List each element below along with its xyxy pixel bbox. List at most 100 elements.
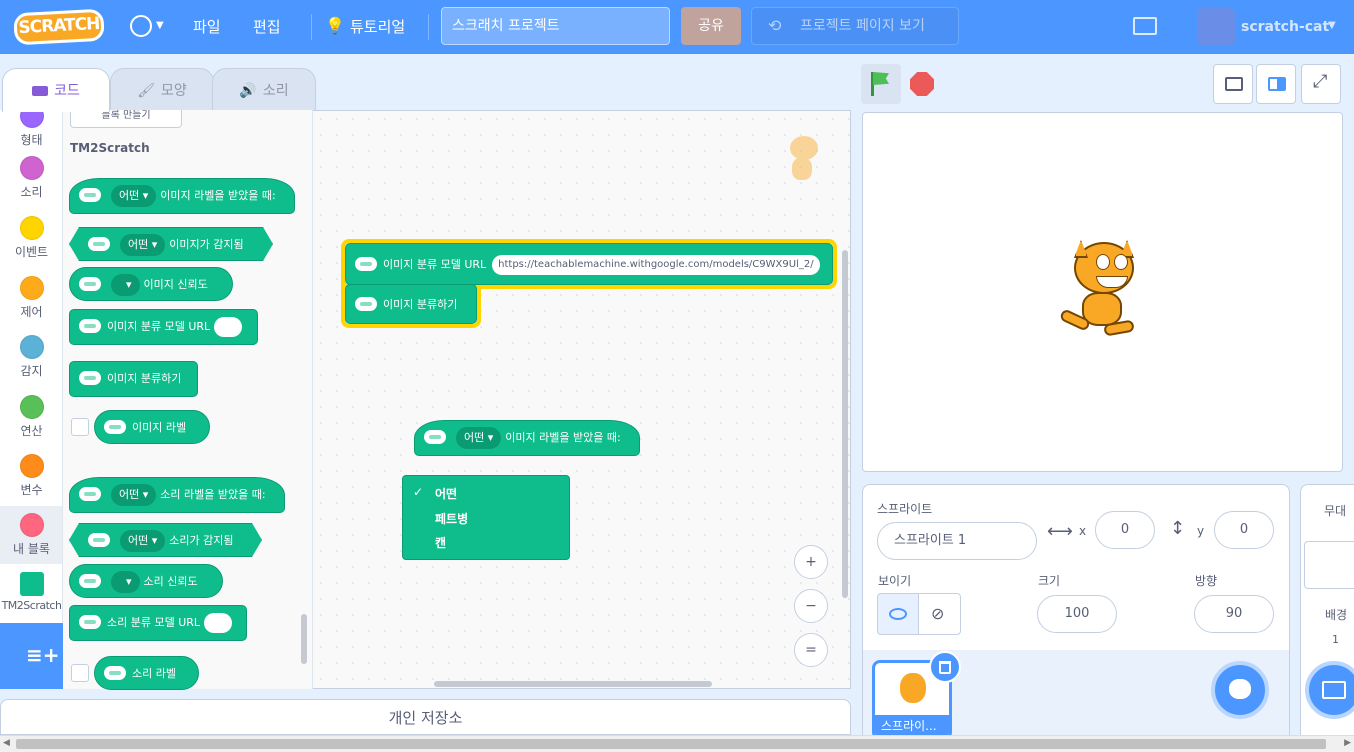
model-url-input[interactable]: https://teachablemachine.withgoogle.com/…: [492, 255, 820, 275]
category-my-blocks[interactable]: 내 블록: [0, 506, 62, 564]
scrollbar-thumb[interactable]: [16, 739, 1326, 749]
zoom-out-button[interactable]: −: [794, 589, 828, 623]
category-variables[interactable]: 변수: [0, 454, 62, 498]
size-input[interactable]: 100: [1037, 595, 1117, 633]
add-sprite-button[interactable]: [1211, 661, 1269, 719]
direction-input[interactable]: 90: [1194, 595, 1274, 633]
project-title-input[interactable]: 스크래치 프로젝트: [441, 7, 670, 45]
workspace-horizontal-scrollbar[interactable]: [434, 681, 712, 687]
image-label-checkbox[interactable]: [71, 418, 89, 436]
category-looks[interactable]: 형태: [0, 110, 62, 148]
scroll-left-icon: ◀: [3, 738, 10, 748]
speaker-icon: 🔊: [239, 83, 257, 99]
label-dropdown[interactable]: 어떤 ▾: [111, 185, 157, 207]
zoom-reset-button[interactable]: =: [794, 633, 828, 667]
add-backdrop-button[interactable]: [1305, 661, 1354, 719]
label-dropdown-open[interactable]: 어떤 ▾: [456, 427, 502, 449]
label-dropdown[interactable]: 어떤 ▾: [120, 234, 165, 256]
menu-tutorials[interactable]: 튜토리얼: [350, 0, 405, 54]
sprite-thumbnail-label: 스프라이...: [875, 715, 949, 737]
label-dropdown[interactable]: 어떤 ▾: [111, 484, 157, 506]
cloud-icon: [104, 420, 126, 434]
scratch-logo[interactable]: SCRATCH: [13, 8, 105, 46]
dropdown-option-pet-bottle[interactable]: 페트병: [435, 510, 468, 527]
delete-sprite-button[interactable]: [929, 651, 961, 683]
cloud-icon: [355, 257, 377, 271]
script-workspace[interactable]: [313, 111, 850, 688]
classify-image-block[interactable]: 이미지 분류하기: [69, 361, 198, 397]
show-sprite-button[interactable]: [877, 593, 919, 635]
sound-label-block[interactable]: 소리 라벨: [94, 656, 199, 690]
when-sound-label-received-block[interactable]: 어떤 ▾ 소리 라벨을 받았을 때:: [69, 477, 285, 513]
category-menu: 형태 소리 이벤트 제어 감지 연산 변수 내 블록 TM2Scratch: [0, 110, 63, 623]
backdrops-count: 1: [1332, 633, 1339, 646]
category-sound[interactable]: 소리: [0, 156, 62, 200]
url-input[interactable]: [214, 317, 243, 337]
tab-costumes[interactable]: 🖌 모양: [110, 68, 214, 112]
when-image-label-received-script-block[interactable]: 어떤 ▾ 이미지 라벨을 받았을 때:: [414, 420, 640, 456]
stage-thumbnail[interactable]: [1304, 541, 1354, 589]
tab-code[interactable]: 코드: [2, 68, 110, 112]
chevron-down-icon[interactable]: ▼: [1328, 20, 1336, 31]
small-stage-button[interactable]: [1213, 64, 1253, 104]
fullscreen-icon: ⤢: [1313, 71, 1328, 92]
make-a-block-button[interactable]: 블록 만들기: [70, 110, 182, 128]
sprite-label: 스프라이트: [877, 502, 933, 516]
cloud-icon: [104, 666, 126, 680]
sprite-cat[interactable]: [1052, 240, 1152, 342]
menu-bar: SCRATCH ▼ 파일 편집 💡 튜토리얼 스크래치 프로젝트 공유 ⟲ 프로…: [0, 0, 1354, 54]
hide-sprite-button[interactable]: ⊘: [918, 593, 961, 635]
category-control[interactable]: 제어: [0, 276, 62, 320]
label-dropdown[interactable]: ▾: [111, 571, 140, 593]
menu-edit[interactable]: 편집: [253, 0, 281, 54]
backdrops-label: 배경: [1325, 608, 1348, 622]
avatar[interactable]: [1197, 8, 1235, 46]
username[interactable]: scratch-cat: [1241, 0, 1329, 54]
chevron-down-icon: ▼: [156, 20, 164, 31]
language-globe-icon[interactable]: [130, 15, 152, 37]
palette-section-title: TM2Scratch: [70, 141, 150, 155]
backpack-bar[interactable]: 개인 저장소: [0, 699, 851, 735]
when-image-label-received-block[interactable]: 어떤 ▾ 이미지 라벨을 받았을 때:: [69, 178, 295, 214]
sound-model-url-block[interactable]: 소리 분류 모델 URL: [69, 605, 247, 641]
menu-file[interactable]: 파일: [193, 0, 221, 54]
image-detected-block[interactable]: 어떤 ▾ 이미지가 감지됨: [69, 227, 273, 261]
scroll-right-icon: ▶: [1344, 738, 1351, 748]
image-model-url-block[interactable]: 이미지 분류 모델 URL: [69, 309, 258, 345]
tab-sounds[interactable]: 🔊 소리: [212, 68, 316, 112]
see-project-page-button[interactable]: ⟲ 프로젝트 페이지 보기: [751, 7, 959, 45]
sprite-thumbnail-cat: [900, 673, 926, 703]
cloud-icon: [79, 574, 101, 588]
y-position-input[interactable]: 0: [1214, 511, 1274, 549]
category-operators[interactable]: 연산: [0, 395, 62, 439]
sound-confidence-block[interactable]: ▾ 소리 신뢰도: [69, 564, 223, 598]
dropdown-option-can[interactable]: 캔: [435, 534, 446, 551]
zoom-in-button[interactable]: +: [794, 545, 828, 579]
classify-image-script-block[interactable]: 이미지 분류하기: [345, 284, 477, 324]
green-flag-button[interactable]: [861, 64, 901, 104]
url-input[interactable]: [204, 613, 233, 633]
fullscreen-button[interactable]: ⤢: [1301, 64, 1341, 104]
palette-scrollbar[interactable]: [301, 614, 307, 664]
category-tm2scratch[interactable]: TM2Scratch: [0, 572, 62, 612]
sprite-name-input[interactable]: 스프라이트 1: [877, 522, 1037, 560]
menu-divider: [311, 14, 312, 40]
category-events[interactable]: 이벤트: [0, 216, 62, 260]
lightbulb-icon: 💡: [325, 16, 345, 35]
workspace-vertical-scrollbar[interactable]: [842, 250, 848, 598]
label-dropdown[interactable]: ▾: [111, 274, 140, 296]
page-horizontal-scrollbar[interactable]: ◀ ▶: [0, 735, 1354, 752]
image-confidence-block[interactable]: ▾ 이미지 신뢰도: [69, 267, 233, 301]
large-stage-button[interactable]: [1256, 64, 1296, 104]
label-dropdown[interactable]: 어떤 ▾: [120, 530, 165, 552]
sound-detected-block[interactable]: 어떤 ▾ 소리가 감지됨: [69, 523, 262, 557]
dropdown-option-any[interactable]: 어떤: [435, 485, 457, 502]
share-button[interactable]: 공유: [681, 7, 741, 45]
folder-icon[interactable]: [1133, 17, 1157, 35]
image-label-block[interactable]: 이미지 라벨: [94, 410, 210, 444]
stop-button[interactable]: [902, 64, 942, 104]
set-image-model-url-block[interactable]: 이미지 분류 모델 URL https://teachablemachine.wi…: [345, 243, 833, 285]
sound-label-checkbox[interactable]: [71, 664, 89, 682]
x-position-input[interactable]: 0: [1095, 511, 1155, 549]
category-sensing[interactable]: 감지: [0, 335, 62, 379]
